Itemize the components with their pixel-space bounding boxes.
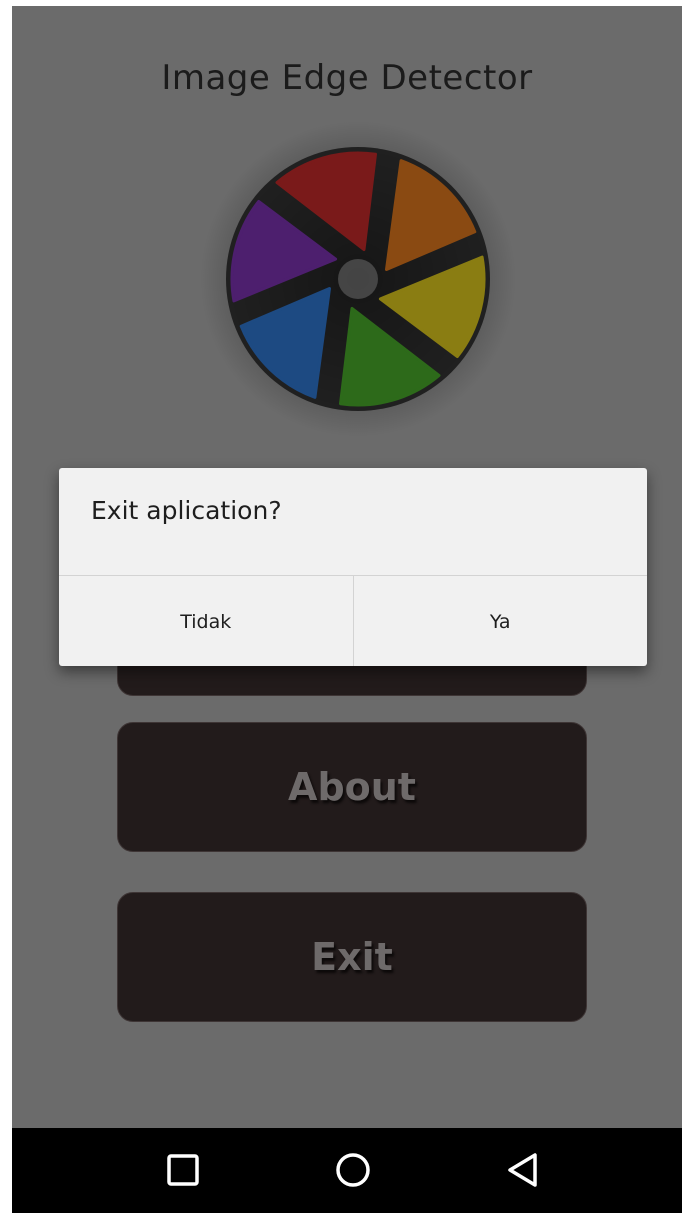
exit-confirm-dialog: Exit aplication? Tidak Ya [59,468,647,666]
recents-icon[interactable] [159,1146,207,1194]
app-screen: Image Edge Detector About Exit Exit apli… [12,6,682,1213]
system-navigation-bar [12,1128,682,1213]
dialog-actions: Tidak Ya [59,575,647,666]
back-icon[interactable] [500,1146,548,1194]
dialog-message: Exit aplication? [91,496,282,525]
about-button[interactable]: About [117,722,587,852]
exit-button-label: Exit [311,935,393,979]
exit-button[interactable]: Exit [117,892,587,1022]
about-button-label: About [288,765,416,809]
dialog-positive-button[interactable]: Ya [352,576,648,666]
dialog-negative-button[interactable]: Tidak [59,576,353,666]
app-title: Image Edge Detector [161,58,533,98]
aperture-logo [200,121,516,437]
home-icon[interactable] [329,1146,377,1194]
